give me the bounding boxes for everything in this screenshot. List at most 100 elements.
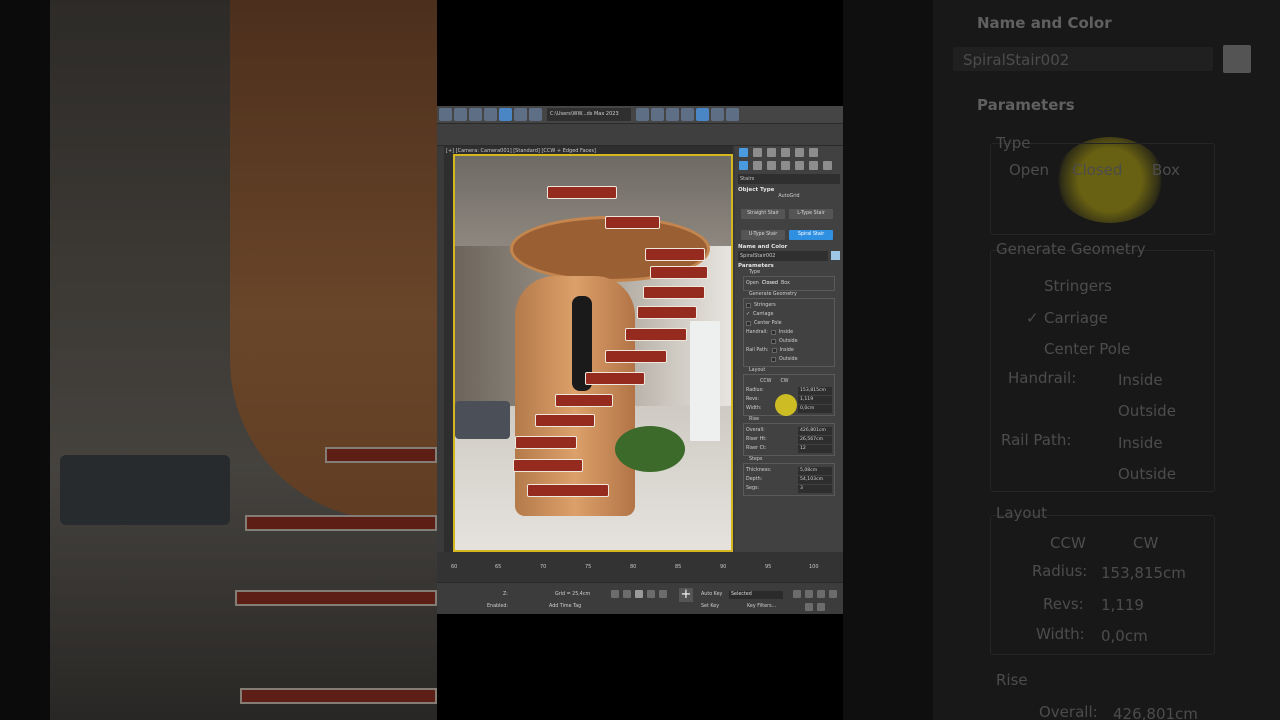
- project-path[interactable]: C:\Users\WW...ds Max 2023: [547, 108, 631, 121]
- shapes-icon[interactable]: [753, 161, 762, 170]
- object-color-swatch[interactable]: [831, 251, 840, 260]
- video-frame: Name and Color SpiralStair002 Parameters…: [0, 0, 1280, 720]
- zoom-all-icon[interactable]: [805, 590, 813, 598]
- spacewarps-icon[interactable]: [809, 161, 818, 170]
- stair-tread: [515, 436, 577, 449]
- save-icon[interactable]: [469, 108, 482, 121]
- selection-set-dropdown[interactable]: Selected: [729, 591, 783, 599]
- timeline-tick: 100: [809, 564, 819, 570]
- generate-geometry-label: Generate Geometry: [749, 292, 797, 297]
- viewport[interactable]: [+] [Camera: Camera001] [Standard] [CCW …: [444, 146, 733, 552]
- backdrop-dim-overlay: [843, 0, 1280, 720]
- name-color-heading[interactable]: Name and Color: [738, 244, 840, 250]
- scene-sofa: [455, 401, 510, 439]
- railpath-outside-checkbox[interactable]: [771, 357, 776, 362]
- parameters-heading[interactable]: Parameters: [738, 263, 840, 269]
- object-name-field[interactable]: SpiralStair002: [738, 250, 828, 261]
- orbit-icon[interactable]: [829, 590, 837, 598]
- open-icon[interactable]: [454, 108, 467, 121]
- blurred-backdrop-right: Name and Color SpiralStair002 Parameters…: [843, 0, 1280, 720]
- stringers-checkbox[interactable]: [746, 303, 751, 308]
- railpath-inside-checkbox[interactable]: [771, 348, 777, 353]
- zoom-icon[interactable]: [793, 590, 801, 598]
- link-icon[interactable]: [514, 108, 527, 121]
- helpers-icon[interactable]: [795, 161, 804, 170]
- cameras-icon[interactable]: [781, 161, 790, 170]
- object-type-heading[interactable]: Object Type: [738, 187, 840, 193]
- goto-end-icon[interactable]: [659, 590, 667, 598]
- field-of-view-icon[interactable]: [805, 603, 813, 611]
- cw-radio[interactable]: CW: [780, 379, 788, 384]
- safe-frame: [453, 154, 733, 552]
- prev-frame-icon[interactable]: [623, 590, 631, 598]
- stair-tread: [637, 306, 697, 319]
- straight-stair-button[interactable]: Straight Stair: [741, 209, 785, 219]
- u-type-stair-button[interactable]: U-Type Stair: [741, 230, 785, 240]
- display-tab-icon[interactable]: [795, 148, 804, 157]
- stair-tread: [645, 248, 705, 261]
- maximize-viewport-icon[interactable]: [817, 603, 825, 611]
- goto-start-icon[interactable]: [611, 590, 619, 598]
- new-scene-icon[interactable]: [439, 108, 452, 121]
- rise-label: Rise: [749, 417, 760, 422]
- status-bar: Z: Grid = 25,4cm Enabled: Add Time Tag +…: [437, 582, 843, 614]
- scene-explorer-icon[interactable]: [651, 108, 664, 121]
- auto-key-button[interactable]: Auto Key: [701, 592, 722, 597]
- systems-icon[interactable]: [823, 161, 832, 170]
- redo-icon[interactable]: [499, 108, 512, 121]
- stair-tread: [585, 372, 645, 385]
- revs-spinner[interactable]: 1,119: [798, 395, 832, 404]
- overall-spinner[interactable]: 426,801cm: [798, 426, 832, 435]
- utilities-tab-icon[interactable]: [809, 148, 818, 157]
- segs-spinner[interactable]: 3: [798, 484, 832, 493]
- motion-tab-icon[interactable]: [781, 148, 790, 157]
- undo-icon[interactable]: [484, 108, 497, 121]
- set-key-button[interactable]: Set Key: [701, 604, 719, 609]
- timeline-tick: 60: [451, 564, 458, 570]
- render-setup-icon[interactable]: [696, 108, 709, 121]
- type-box-radio[interactable]: Box: [781, 281, 790, 286]
- modify-tab-icon[interactable]: [753, 148, 762, 157]
- blurred-backdrop-left: [0, 0, 437, 720]
- width-spinner[interactable]: 0,0cm: [798, 404, 832, 413]
- add-time-tag[interactable]: Add Time Tag: [549, 604, 581, 609]
- material-icon[interactable]: [681, 108, 694, 121]
- handrail-outside-label: Outside: [779, 339, 798, 344]
- thickness-spinner[interactable]: 5,08cm: [798, 466, 832, 475]
- type-open-radio[interactable]: Open: [746, 281, 759, 286]
- l-type-stair-button[interactable]: L-Type Stair: [789, 209, 833, 219]
- open-folder-icon[interactable]: [636, 108, 649, 121]
- type-closed-radio[interactable]: Closed: [762, 281, 778, 286]
- center-pole-checkbox[interactable]: [746, 321, 751, 326]
- category-dropdown[interactable]: Stairs: [738, 174, 840, 184]
- depth-spinner[interactable]: 54,103cm: [798, 475, 832, 484]
- play-icon[interactable]: [635, 590, 643, 598]
- riser-ct-label: Riser Ct:: [746, 446, 767, 451]
- render-frame-icon[interactable]: [711, 108, 724, 121]
- hierarchy-tab-icon[interactable]: [767, 148, 776, 157]
- handrail-inside-checkbox[interactable]: [770, 330, 776, 335]
- timeline[interactable]: 60 65 70 75 80 85 90 95 100: [437, 552, 843, 582]
- add-key-icon[interactable]: +: [679, 588, 693, 602]
- handrail-outside-checkbox[interactable]: [771, 339, 776, 344]
- geometry-icon[interactable]: [739, 161, 748, 170]
- carriage-check-icon[interactable]: ✓: [746, 312, 750, 317]
- center-pole-label: Center Pole: [754, 321, 782, 326]
- riser-ct-spinner[interactable]: 12: [798, 444, 832, 453]
- next-frame-icon[interactable]: [647, 590, 655, 598]
- lights-icon[interactable]: [767, 161, 776, 170]
- command-panel-tabs: [735, 146, 843, 159]
- pan-icon[interactable]: [817, 590, 825, 598]
- key-filters-button[interactable]: Key Filters...: [747, 604, 776, 609]
- ccw-radio[interactable]: CCW: [760, 379, 771, 384]
- riser-ht-spinner[interactable]: 26,567cm: [798, 435, 832, 444]
- spiral-stair-button[interactable]: Spiral Stair: [789, 230, 833, 240]
- render-icon[interactable]: [726, 108, 739, 121]
- layer-icon[interactable]: [666, 108, 679, 121]
- scene-window: [690, 321, 720, 441]
- create-tab-icon[interactable]: [739, 148, 748, 157]
- radius-spinner[interactable]: 153,815cm: [798, 386, 832, 395]
- layout-label: Layout: [749, 368, 766, 373]
- secondary-toolbar: [437, 124, 843, 146]
- folder-icon[interactable]: [529, 108, 542, 121]
